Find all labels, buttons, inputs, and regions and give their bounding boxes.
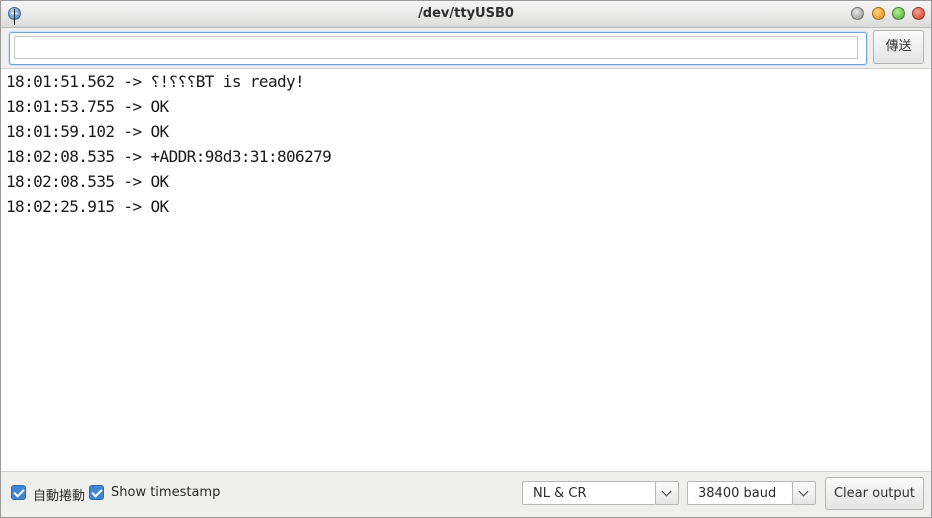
maximize-window-icon[interactable]	[892, 7, 905, 20]
baud-rate-select[interactable]: 38400 baud	[687, 481, 793, 505]
autoscroll-label: 自動捲動	[33, 489, 86, 504]
shade-window-icon[interactable]	[851, 7, 864, 20]
timestamp-label: Show timestamp	[111, 485, 221, 500]
title-bar: /dev/ttyUSB0	[1, 1, 931, 28]
close-window-icon[interactable]	[912, 7, 925, 20]
line-ending-select[interactable]: NL & CR	[522, 481, 656, 505]
footer-bar: 自動捲動 Show timestamp NL & CR 38400 baud C…	[1, 471, 931, 517]
output-line: 18:02:08.535 -> OK	[6, 172, 169, 191]
clear-output-button[interactable]: Clear output	[825, 477, 924, 510]
minimize-window-icon[interactable]	[872, 7, 885, 20]
send-input-frame	[9, 32, 867, 65]
output-line: 18:01:59.102 -> OK	[6, 122, 169, 141]
output-line: 18:01:51.562 -> ⸮!⸮⸮⸮BT is ready!	[6, 72, 305, 91]
autoscroll-checkbox[interactable]	[11, 485, 26, 500]
serial-monitor-window: /dev/ttyUSB0 傳送 18:01:51.562 -> ⸮!⸮⸮⸮BT …	[0, 0, 932, 518]
timestamp-checkbox[interactable]	[89, 485, 104, 500]
window-title: /dev/ttyUSB0	[418, 6, 514, 21]
output-line: 18:01:53.755 -> OK	[6, 97, 169, 116]
output-line: 18:02:25.915 -> OK	[6, 197, 169, 216]
chevron-down-icon[interactable]	[792, 481, 816, 505]
output-line: 18:02:08.535 -> +ADDR:98d3:31:806279	[6, 147, 332, 166]
send-button[interactable]: 傳送	[873, 30, 924, 64]
send-input[interactable]	[14, 36, 858, 59]
text-cursor	[14, 9, 15, 25]
baud-rate-value: 38400 baud	[698, 486, 777, 501]
chevron-down-icon[interactable]	[655, 481, 679, 505]
line-ending-value: NL & CR	[533, 486, 587, 501]
serial-output[interactable]: 18:01:51.562 -> ⸮!⸮⸮⸮BT is ready! 18:01:…	[1, 68, 931, 472]
